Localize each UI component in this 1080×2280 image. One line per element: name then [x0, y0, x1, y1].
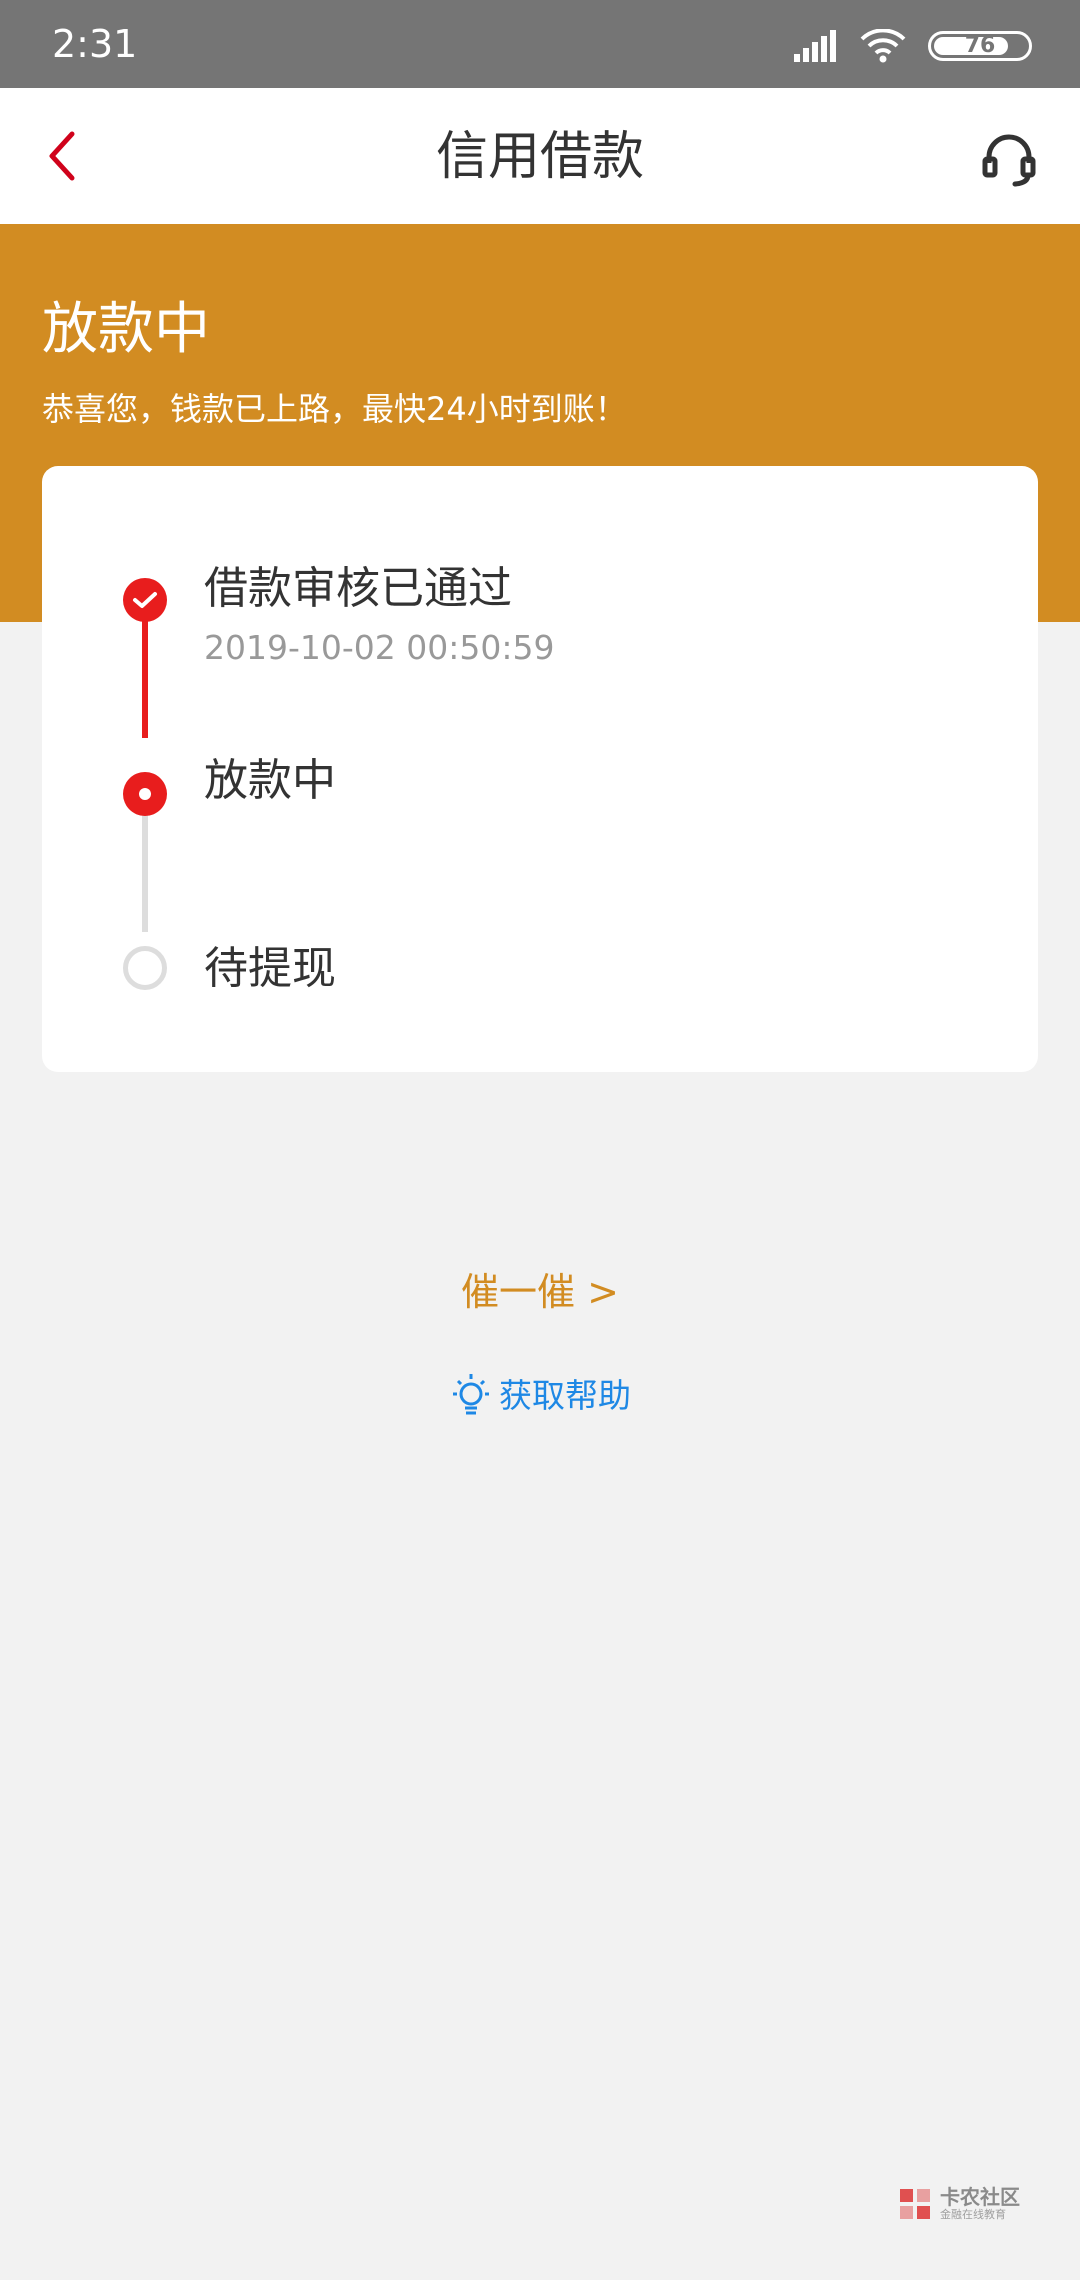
banner-title: 放款中 [42, 297, 210, 362]
headset-icon [982, 134, 1036, 187]
check-circle-icon [123, 578, 167, 622]
watermark: 卡农社区 金融在线教育 [898, 2186, 1020, 2222]
step-label-approved: 借款审核已通过 [204, 563, 512, 614]
get-help-label: 获取帮助 [499, 1376, 631, 1415]
banner-subtitle: 恭喜您，钱款已上路，最快24小时到账！ [42, 390, 627, 428]
nav-bar: 信用借款 [0, 88, 1080, 224]
lightbulb-icon [453, 1374, 489, 1415]
step-label-disbursing: 放款中 [204, 755, 336, 806]
customer-service-button[interactable] [974, 124, 1044, 194]
step-label-withdraw: 待提现 [204, 943, 336, 994]
battery-level: 76 [964, 33, 996, 58]
status-bar: 2:31 76 [0, 0, 1080, 88]
progress-line-pending [142, 798, 148, 932]
progress-card: 借款审核已通过 2019-10-02 00:50:59 放款中 待提现 [42, 466, 1038, 1072]
watermark-subtext: 金融在线教育 [940, 2208, 1006, 2221]
current-step-dot-icon [123, 772, 167, 816]
pending-step-circle-icon [123, 946, 167, 990]
page-title: 信用借款 [435, 127, 644, 187]
progress-line-completed [142, 606, 148, 738]
get-help-link[interactable]: 获取帮助 [0, 1372, 1080, 1420]
status-icons: 76 [794, 26, 1032, 66]
wifi-icon [860, 29, 906, 63]
status-time: 2:31 [52, 22, 138, 66]
step-time-approved: 2019-10-02 00:50:59 [204, 628, 555, 667]
urge-button[interactable]: 催一催 > [0, 1264, 1080, 1320]
signal-icon [794, 30, 836, 62]
battery-icon: 76 [928, 31, 1032, 61]
kanong-logo-icon [900, 2189, 930, 2219]
watermark-text: 卡农社区 [940, 2185, 1020, 2209]
